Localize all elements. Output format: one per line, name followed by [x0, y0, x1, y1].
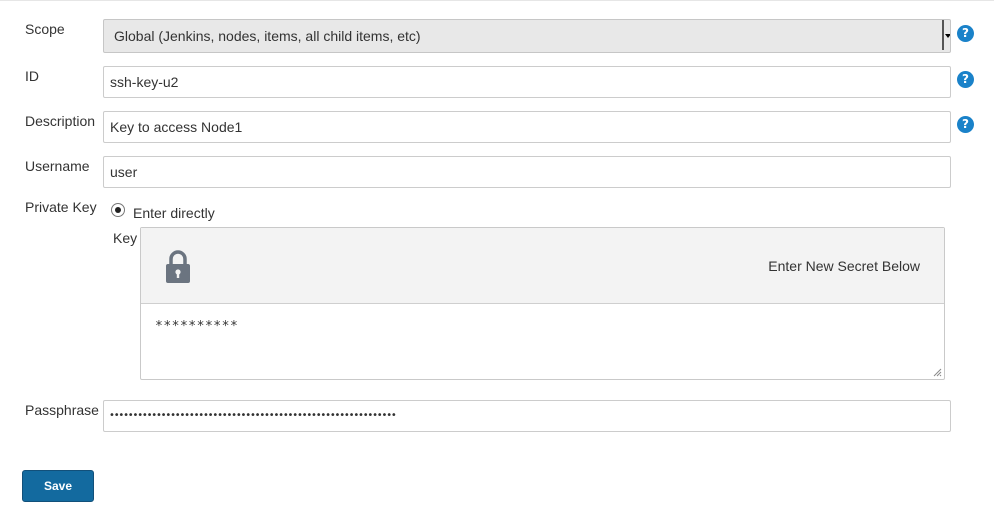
description-input[interactable]: Key to access Node1 [103, 111, 951, 143]
description-label: Description [25, 113, 96, 129]
enter-directly-label[interactable]: Enter directly [133, 205, 215, 221]
secret-title: Enter New Secret Below [768, 258, 920, 274]
key-label: Key [113, 230, 138, 246]
passphrase-label: Passphrase [25, 402, 99, 418]
secret-header: Enter New Secret Below [141, 228, 944, 304]
passphrase-input[interactable]: ••••••••••••••••••••••••••••••••••••••••… [103, 400, 951, 432]
id-input[interactable]: ssh-key-u2 [103, 66, 951, 98]
enter-directly-radio[interactable] [111, 203, 125, 217]
chevron-down-icon [942, 20, 950, 50]
id-help-icon[interactable]: ? [957, 71, 974, 88]
username-input[interactable]: user [103, 156, 951, 188]
resize-grip-icon[interactable] [933, 368, 942, 377]
id-label: ID [25, 68, 39, 84]
description-help-icon[interactable]: ? [957, 116, 974, 133]
scope-select[interactable]: Global (Jenkins, nodes, items, all child… [103, 19, 951, 53]
secret-key-box: Enter New Secret Below ********** [140, 227, 945, 380]
username-label: Username [25, 158, 90, 174]
scope-label: Scope [25, 21, 65, 37]
save-button[interactable]: Save [22, 470, 94, 502]
secret-key-textarea[interactable]: ********** [155, 319, 238, 335]
top-divider [0, 0, 994, 1]
scope-help-icon[interactable]: ? [957, 25, 974, 42]
private-key-label: Private Key [25, 199, 97, 215]
lock-icon [166, 250, 190, 283]
scope-select-value: Global (Jenkins, nodes, items, all child… [114, 28, 421, 44]
